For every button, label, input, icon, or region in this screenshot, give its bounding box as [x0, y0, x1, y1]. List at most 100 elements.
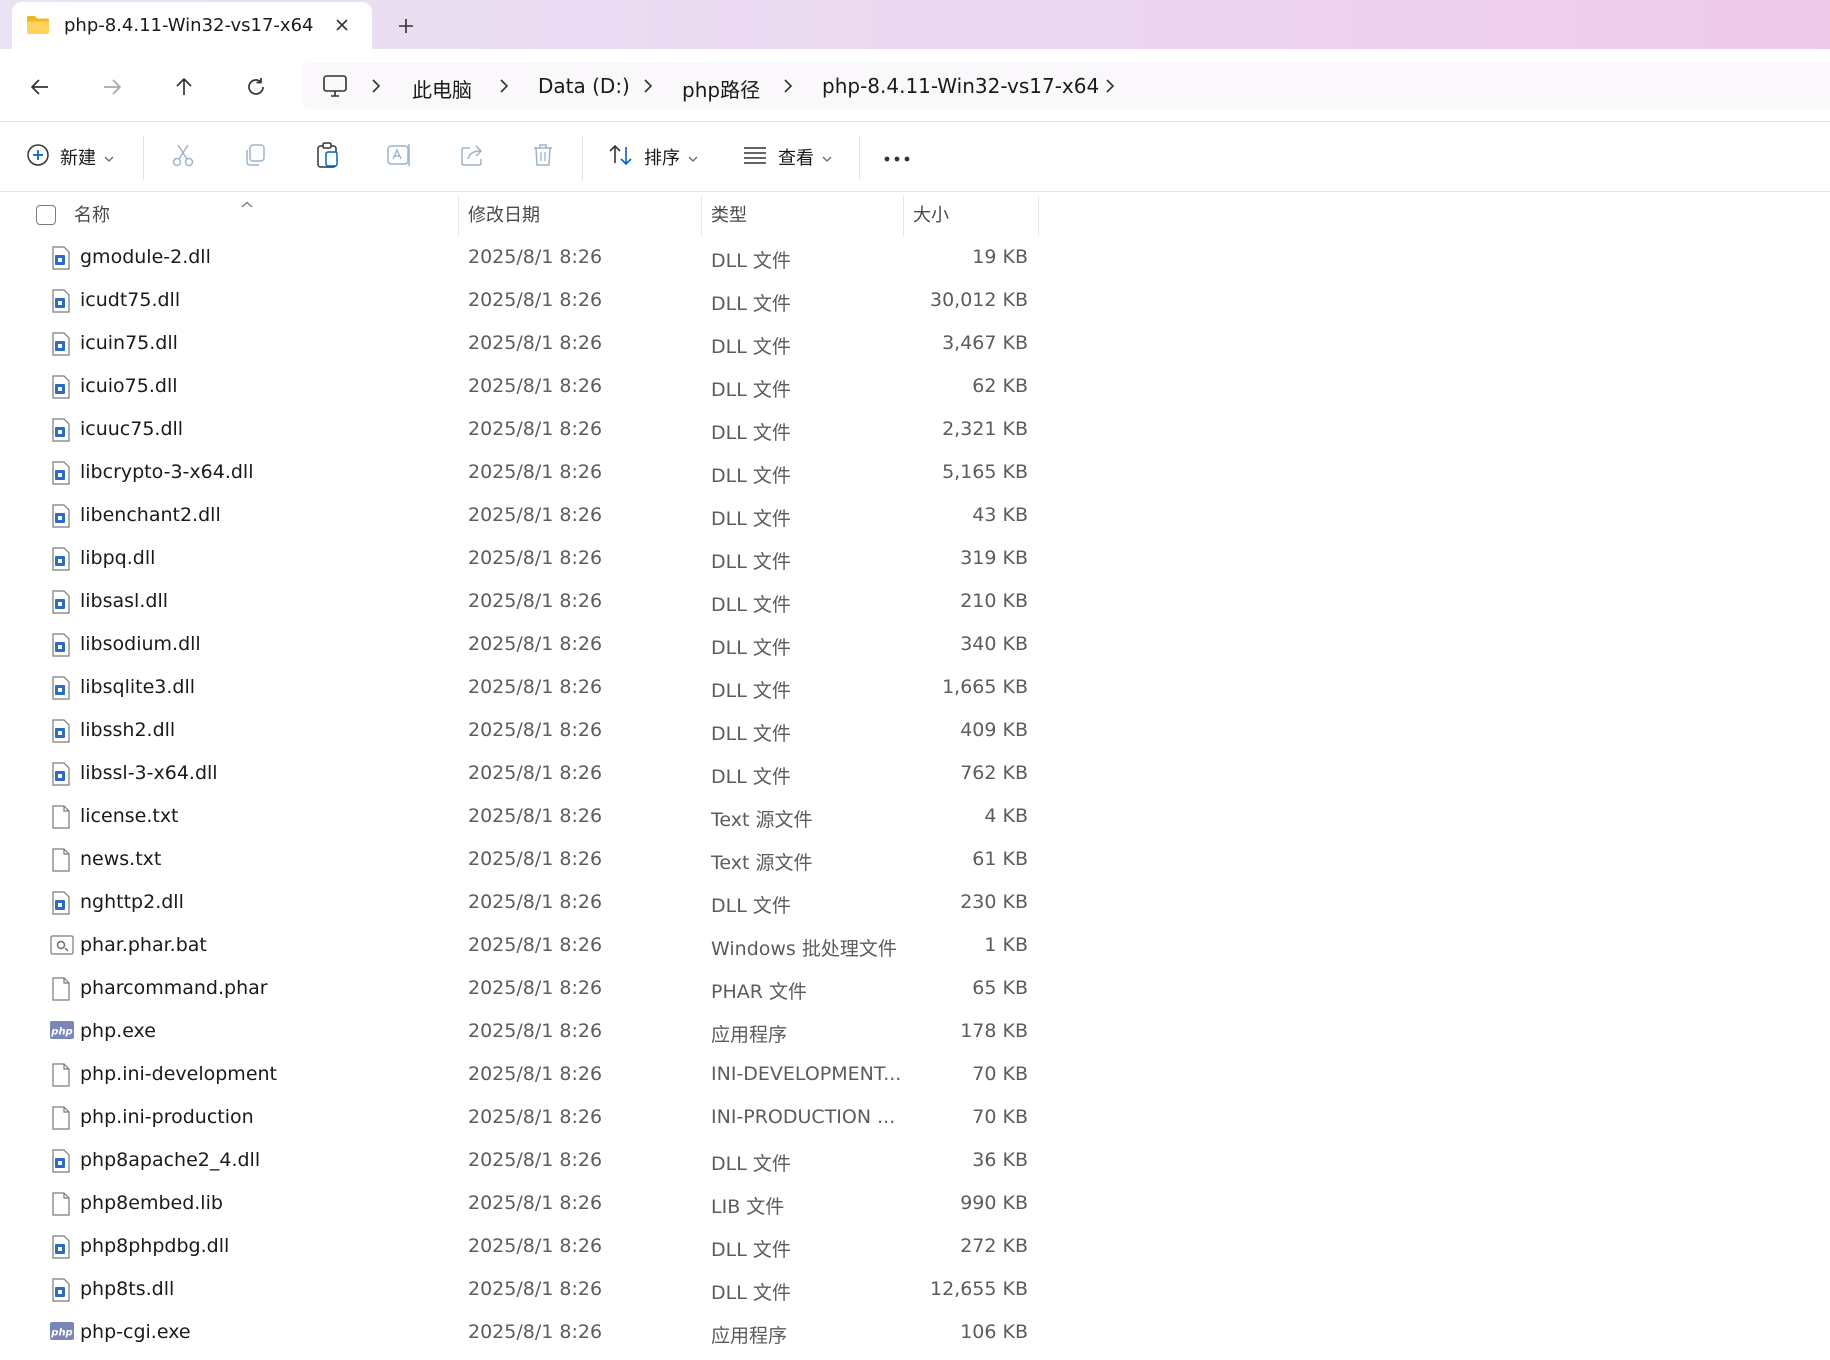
chevron-right-icon[interactable] [782, 78, 794, 98]
more-options-button[interactable] [883, 142, 911, 172]
file-name[interactable]: gmodule-2.dll [80, 246, 211, 268]
document-icon [50, 1106, 72, 1130]
chevron-right-icon[interactable] [1104, 78, 1116, 98]
file-name[interactable]: nghttp2.dll [80, 891, 184, 913]
delete-button[interactable] [531, 142, 555, 172]
breadcrumb-php-path[interactable]: php路径 [682, 74, 760, 103]
file-name[interactable]: phar.phar.bat [80, 934, 207, 956]
dll-file-icon [50, 375, 72, 399]
file-row[interactable]: php php-cgi.exe 2025/8/1 8:26 应用程序 106 KB [0, 1311, 1040, 1354]
file-row[interactable]: libssh2.dll 2025/8/1 8:26 DLL 文件 409 KB [0, 709, 1040, 752]
chevron-right-icon[interactable] [642, 78, 654, 98]
tab-current-folder[interactable]: php-8.4.11-Win32-vs17-x64 [12, 2, 372, 49]
file-row[interactable]: phar.phar.bat 2025/8/1 8:26 Windows 批处理文件 1… [0, 924, 1040, 967]
plus-icon[interactable] [392, 12, 420, 40]
file-row[interactable]: libsodium.dll 2025/8/1 8:26 DLL 文件 340 KB [0, 623, 1040, 666]
file-name[interactable]: license.txt [80, 805, 179, 827]
new-button[interactable]: 新建 [26, 142, 114, 172]
file-name[interactable]: php.exe [80, 1020, 156, 1042]
file-row[interactable]: libssl-3-x64.dll 2025/8/1 8:26 DLL 文件 762 K… [0, 752, 1040, 795]
breadcrumb-data-drive[interactable]: Data (D:) [538, 74, 630, 98]
file-row[interactable]: license.txt 2025/8/1 8:26 Text 源文件 4 KB [0, 795, 1040, 838]
chevron-down-icon [104, 148, 114, 167]
file-row[interactable]: libpq.dll 2025/8/1 8:26 DLL 文件 319 KB [0, 537, 1040, 580]
computer-icon[interactable] [322, 74, 348, 102]
file-name[interactable]: libpq.dll [80, 547, 155, 569]
file-row[interactable]: php php.exe 2025/8/1 8:26 应用程序 178 KB [0, 1010, 1040, 1053]
column-header-type[interactable]: 类型 [711, 192, 901, 236]
copy-button[interactable] [242, 142, 268, 172]
select-all-checkbox[interactable] [36, 205, 56, 225]
file-name[interactable]: libenchant2.dll [80, 504, 221, 526]
file-row[interactable]: php8apache2_4.dll 2025/8/1 8:26 DLL 文件 36 K… [0, 1139, 1040, 1182]
file-name[interactable]: icuio75.dll [80, 375, 178, 397]
close-icon[interactable] [330, 13, 354, 37]
file-name[interactable]: php8apache2_4.dll [80, 1149, 260, 1171]
file-row[interactable]: icudt75.dll 2025/8/1 8:26 DLL 文件 30,012 KB [0, 279, 1040, 322]
file-name[interactable]: libssl-3-x64.dll [80, 762, 218, 784]
document-icon [50, 977, 72, 1001]
dll-file-icon [50, 332, 72, 356]
column-header-name[interactable]: 名称 [74, 192, 454, 236]
chevron-right-icon[interactable] [370, 78, 382, 98]
file-modified-date: 2025/8/1 8:26 [468, 1149, 603, 1171]
file-name[interactable]: php8embed.lib [80, 1192, 223, 1214]
file-row[interactable]: libsqlite3.dll 2025/8/1 8:26 DLL 文件 1,665 K… [0, 666, 1040, 709]
file-name[interactable]: libsodium.dll [80, 633, 201, 655]
breadcrumb-current-folder[interactable]: php-8.4.11-Win32-vs17-x64 [822, 74, 1099, 98]
file-name[interactable]: icuuc75.dll [80, 418, 183, 440]
column-divider[interactable] [701, 196, 702, 236]
column-divider[interactable] [458, 196, 459, 236]
share-button[interactable] [460, 142, 486, 172]
arrow-right-icon[interactable] [96, 71, 128, 103]
file-row[interactable]: icuin75.dll 2025/8/1 8:26 DLL 文件 3,467 KB [0, 322, 1040, 365]
chevron-right-icon[interactable] [498, 78, 510, 98]
arrow-left-icon[interactable] [24, 71, 56, 103]
file-modified-date: 2025/8/1 8:26 [468, 1321, 603, 1343]
file-row[interactable]: libcrypto-3-x64.dll 2025/8/1 8:26 DLL 文件 5,… [0, 451, 1040, 494]
view-button[interactable]: 查看 [742, 142, 832, 172]
file-name[interactable]: php.ini-development [80, 1063, 277, 1085]
file-row[interactable]: libenchant2.dll 2025/8/1 8:26 DLL 文件 43 KB [0, 494, 1040, 537]
svg-text:php: php [50, 1328, 72, 1339]
file-row[interactable]: php8embed.lib 2025/8/1 8:26 LIB 文件 990 KB [0, 1182, 1040, 1225]
file-row[interactable]: gmodule-2.dll 2025/8/1 8:26 DLL 文件 19 KB [0, 236, 1040, 279]
file-name[interactable]: libsasl.dll [80, 590, 168, 612]
file-name[interactable]: libcrypto-3-x64.dll [80, 461, 254, 483]
file-name[interactable]: libssh2.dll [80, 719, 175, 741]
file-row[interactable]: libsasl.dll 2025/8/1 8:26 DLL 文件 210 KB [0, 580, 1040, 623]
breadcrumb-this-pc[interactable]: 此电脑 [412, 74, 472, 103]
file-name[interactable]: pharcommand.phar [80, 977, 268, 999]
file-row[interactable]: php8phpdbg.dll 2025/8/1 8:26 DLL 文件 272 KB [0, 1225, 1040, 1268]
copy-icon [242, 142, 268, 172]
file-name[interactable]: news.txt [80, 848, 161, 870]
refresh-icon[interactable] [240, 71, 272, 103]
column-header-size[interactable]: 大小 [913, 192, 1033, 236]
file-row[interactable]: icuuc75.dll 2025/8/1 8:26 DLL 文件 2,321 KB [0, 408, 1040, 451]
sort-button[interactable]: 排序 [608, 142, 698, 172]
file-name[interactable]: php8ts.dll [80, 1278, 174, 1300]
file-name[interactable]: php8phpdbg.dll [80, 1235, 229, 1257]
file-name[interactable]: php-cgi.exe [80, 1321, 191, 1343]
sort-button-label: 排序 [644, 148, 680, 169]
file-row[interactable]: pharcommand.phar 2025/8/1 8:26 PHAR 文件 65 K… [0, 967, 1040, 1010]
cut-button[interactable] [170, 142, 196, 172]
column-divider[interactable] [903, 196, 904, 236]
file-row[interactable]: php.ini-production 2025/8/1 8:26 INI-PRODU… [0, 1096, 1040, 1139]
column-header-date[interactable]: 修改日期 [468, 192, 698, 236]
file-row[interactable]: nghttp2.dll 2025/8/1 8:26 DLL 文件 230 KB [0, 881, 1040, 924]
file-row[interactable]: php8ts.dll 2025/8/1 8:26 DLL 文件 12,655 KB [0, 1268, 1040, 1311]
toolbar-divider [859, 136, 860, 180]
address-bar[interactable]: 此电脑 Data (D:) php路径 php-8.4.11-Win32-vs1… [302, 63, 1830, 109]
arrow-up-icon[interactable] [168, 71, 200, 103]
column-divider[interactable] [1038, 196, 1039, 236]
file-row[interactable]: icuio75.dll 2025/8/1 8:26 DLL 文件 62 KB [0, 365, 1040, 408]
file-row[interactable]: php.ini-development 2025/8/1 8:26 INI-DEVE… [0, 1053, 1040, 1096]
rename-button[interactable] [386, 142, 414, 172]
file-name[interactable]: php.ini-production [80, 1106, 254, 1128]
file-name[interactable]: icudt75.dll [80, 289, 180, 311]
paste-button[interactable] [315, 142, 341, 172]
file-row[interactable]: news.txt 2025/8/1 8:26 Text 源文件 61 KB [0, 838, 1040, 881]
file-name[interactable]: libsqlite3.dll [80, 676, 195, 698]
file-name[interactable]: icuin75.dll [80, 332, 178, 354]
